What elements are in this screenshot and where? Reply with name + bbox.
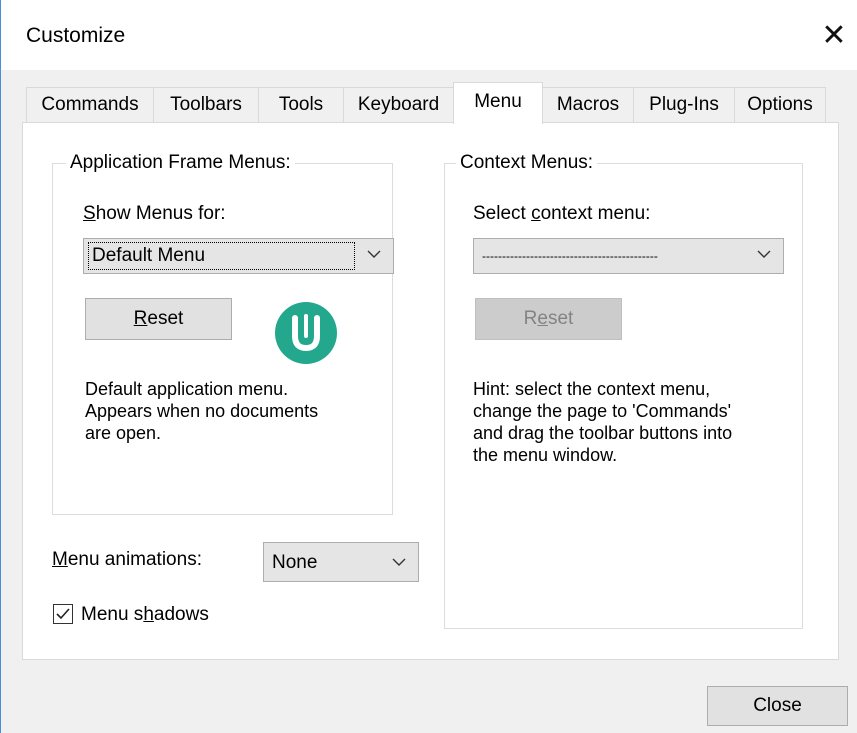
show-menus-for-select[interactable]: Default Menu [83,238,394,274]
context-menus-label: Context Menus: [456,151,598,175]
context-hint: Hint: select the context menu, change th… [473,379,733,465]
context-menus-group: Context Menus: Select context menu: ----… [444,151,803,629]
tab-macros[interactable]: Macros [542,87,634,123]
app-frame-description: Default application menu. Appears when n… [85,379,319,443]
window-title: Customize [26,24,126,47]
checkmark-icon [56,608,70,620]
select-context-menu-label: Select context menu: [473,203,651,224]
show-menus-for-label: Show Menus for: [83,203,226,224]
app-frame-menus-label: Application Frame Menus: [66,151,295,175]
close-icon[interactable]: ✕ [811,10,857,62]
title-bar: Customize ✕ [1,0,857,70]
menu-shadows-checkbox[interactable] [53,604,73,624]
tab-options[interactable]: Options [734,87,826,123]
u-logo-icon [275,302,337,364]
menu-animations-select[interactable]: None [263,542,419,582]
context-menu-select[interactable]: ----------------------------------------… [473,238,784,274]
close-button[interactable]: Close [707,686,848,726]
menu-animations-value: None [272,552,318,573]
menu-shadows-label[interactable]: Menu shadows [81,604,209,626]
chevron-down-icon [757,250,771,258]
tab-keyboard[interactable]: Keyboard [343,87,454,123]
tab-plug-ins[interactable]: Plug-Ins [633,87,735,123]
menu-tab-panel: Application Frame Menus: Show Menus for:… [22,122,839,660]
show-menus-for-value: Default Menu [92,245,206,266]
chevron-down-icon [392,558,406,566]
tab-commands[interactable]: Commands [26,87,154,123]
context-reset-button[interactable]: Reset [475,298,622,340]
app-reset-button[interactable]: Reset [85,298,232,340]
chevron-down-icon [367,250,381,258]
tab-toolbars[interactable]: Toolbars [153,87,259,123]
menu-animations-label: Menu animations: [52,549,202,570]
tab-menu[interactable]: Menu [453,82,543,124]
context-menu-value: ----------------------------------------… [482,249,658,263]
app-frame-menus-group: Application Frame Menus: Show Menus for:… [52,151,394,515]
tab-tools[interactable]: Tools [258,87,344,123]
customize-dialog: Customize ✕ Commands Toolbars Tools Keyb… [0,0,857,733]
